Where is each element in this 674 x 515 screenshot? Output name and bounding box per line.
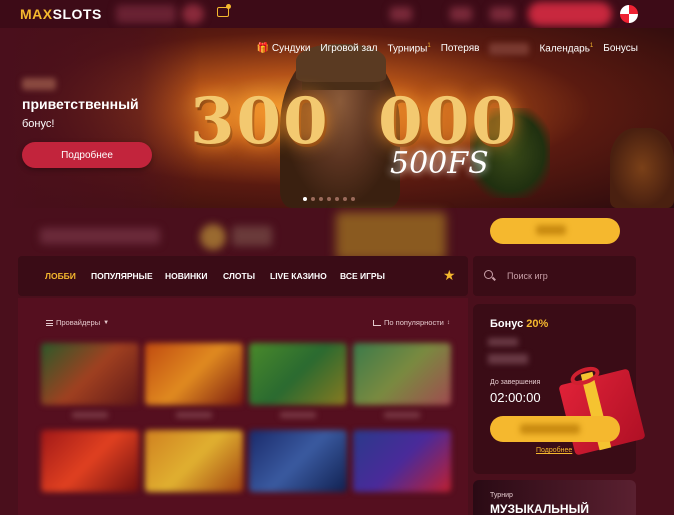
jackpot-amount-blurred xyxy=(40,228,160,244)
slider-dot[interactable] xyxy=(311,197,315,201)
sort-label: По популярности xyxy=(384,318,444,327)
game-tile[interactable] xyxy=(249,430,347,492)
slider-dot[interactable] xyxy=(303,197,307,201)
tab-all-games[interactable]: ВСЕ ИГРЫ xyxy=(340,271,385,281)
game-tile[interactable] xyxy=(41,430,139,492)
nav-item-bonuses[interactable]: Бонусы xyxy=(603,43,638,55)
tab-new[interactable]: НОВИНКИ xyxy=(165,271,207,281)
chevron-updown-icon: ↕ xyxy=(446,319,450,326)
game-title-blurred xyxy=(280,412,316,418)
logo-slots: SLOTS xyxy=(52,6,102,22)
treasure-pot-decoration xyxy=(610,128,674,208)
jackpot-coin-blurred xyxy=(200,224,226,250)
tournament-label: Турнир xyxy=(490,492,513,499)
trend-icon xyxy=(373,319,381,326)
hero-kicker-blurred xyxy=(22,78,56,90)
hero-banner[interactable]: 300 000 500FS 🎁 Сундуки Игровой зал Турн… xyxy=(0,28,674,208)
lobby-tabs: ЛОББИ ПОПУЛЯРНЫЕ НОВИНКИ СЛОТЫ LIVE КАЗИ… xyxy=(18,256,468,296)
nav-item-blurred[interactable] xyxy=(489,43,530,55)
slider-dot[interactable] xyxy=(343,197,347,201)
tab-lobby[interactable]: ЛОББИ xyxy=(45,271,76,281)
game-title-blurred xyxy=(72,412,108,418)
search-input[interactable] xyxy=(507,269,627,283)
topbar-item-blurred[interactable] xyxy=(450,7,472,21)
slider-dot[interactable] xyxy=(335,197,339,201)
star-icon[interactable]: ★ xyxy=(443,267,456,284)
game-tile[interactable] xyxy=(145,430,243,492)
search-icon xyxy=(484,270,493,279)
game-tile[interactable] xyxy=(353,430,451,492)
game-title-blurred xyxy=(176,412,212,418)
tab-popular[interactable]: ПОПУЛЯРНЫЕ xyxy=(91,271,153,281)
providers-filter[interactable]: Провайдеры ▼ xyxy=(46,318,109,327)
slider-dot[interactable] xyxy=(351,197,355,201)
top-bar: MAXSLOTS xyxy=(0,0,674,28)
jackpot-label-blurred xyxy=(232,226,272,246)
bonus-label-blurred xyxy=(488,338,518,346)
game-tile[interactable] xyxy=(41,343,139,405)
main-nav: 🎁 Сундуки Игровой зал Турниры1 Потеряв К… xyxy=(257,43,638,55)
bonus-button-label-blurred xyxy=(520,424,580,434)
game-title-blurred xyxy=(384,412,420,418)
game-tile[interactable] xyxy=(353,343,451,405)
hero-freespins: 500FS xyxy=(390,146,489,181)
sort-select[interactable]: По популярности ↕ xyxy=(373,318,450,327)
user-balance-blurred[interactable] xyxy=(116,5,176,23)
user-avatar-blurred[interactable] xyxy=(182,4,204,24)
bonus-title: Бонус 20% xyxy=(490,318,549,330)
slider-dot[interactable] xyxy=(319,197,323,201)
topbar-item-blurred[interactable] xyxy=(490,7,514,21)
tab-live-casino[interactable]: LIVE КАЗИНО xyxy=(270,271,327,281)
hero-title: приветственный xyxy=(22,96,139,112)
notification-dot xyxy=(226,4,231,9)
bonus-more-link[interactable]: Подробнее xyxy=(536,447,572,454)
hero-more-button[interactable]: Подробнее xyxy=(22,142,152,168)
logo-max: MAX xyxy=(20,6,53,22)
bonus-value-blurred xyxy=(488,354,528,364)
tab-slots[interactable]: СЛОТЫ xyxy=(223,271,255,281)
strip-action-label-blurred xyxy=(536,225,566,235)
slider-dot[interactable] xyxy=(327,197,331,201)
nav-item-chests[interactable]: 🎁 Сундуки xyxy=(257,43,311,55)
slider-dots xyxy=(303,197,355,201)
tournament-title: МУЗЫКАЛЬНЫЙ xyxy=(490,502,589,515)
topbar-item-blurred[interactable] xyxy=(390,7,412,21)
nav-item-calendar[interactable]: Календарь1 xyxy=(539,43,593,55)
bonus-timer: 02:00:00 xyxy=(490,390,541,405)
game-tile[interactable] xyxy=(249,343,347,405)
wheel-icon[interactable] xyxy=(620,5,638,23)
game-tile[interactable] xyxy=(145,343,243,405)
promo-image-blurred[interactable] xyxy=(336,212,446,260)
logo[interactable]: MAXSLOTS xyxy=(20,6,102,22)
hero-subtitle: бонус! xyxy=(22,118,55,130)
deposit-button[interactable] xyxy=(528,2,612,26)
nav-item-game-hall[interactable]: Игровой зал xyxy=(320,43,377,55)
bonus-until-label: До завершения xyxy=(490,379,541,386)
filter-icon xyxy=(46,319,53,326)
nav-item-lost[interactable]: Потеряв xyxy=(441,43,480,55)
nav-item-tournaments[interactable]: Турниры1 xyxy=(387,43,430,55)
providers-label: Провайдеры xyxy=(56,318,101,327)
chevron-down-icon: ▼ xyxy=(103,319,110,326)
